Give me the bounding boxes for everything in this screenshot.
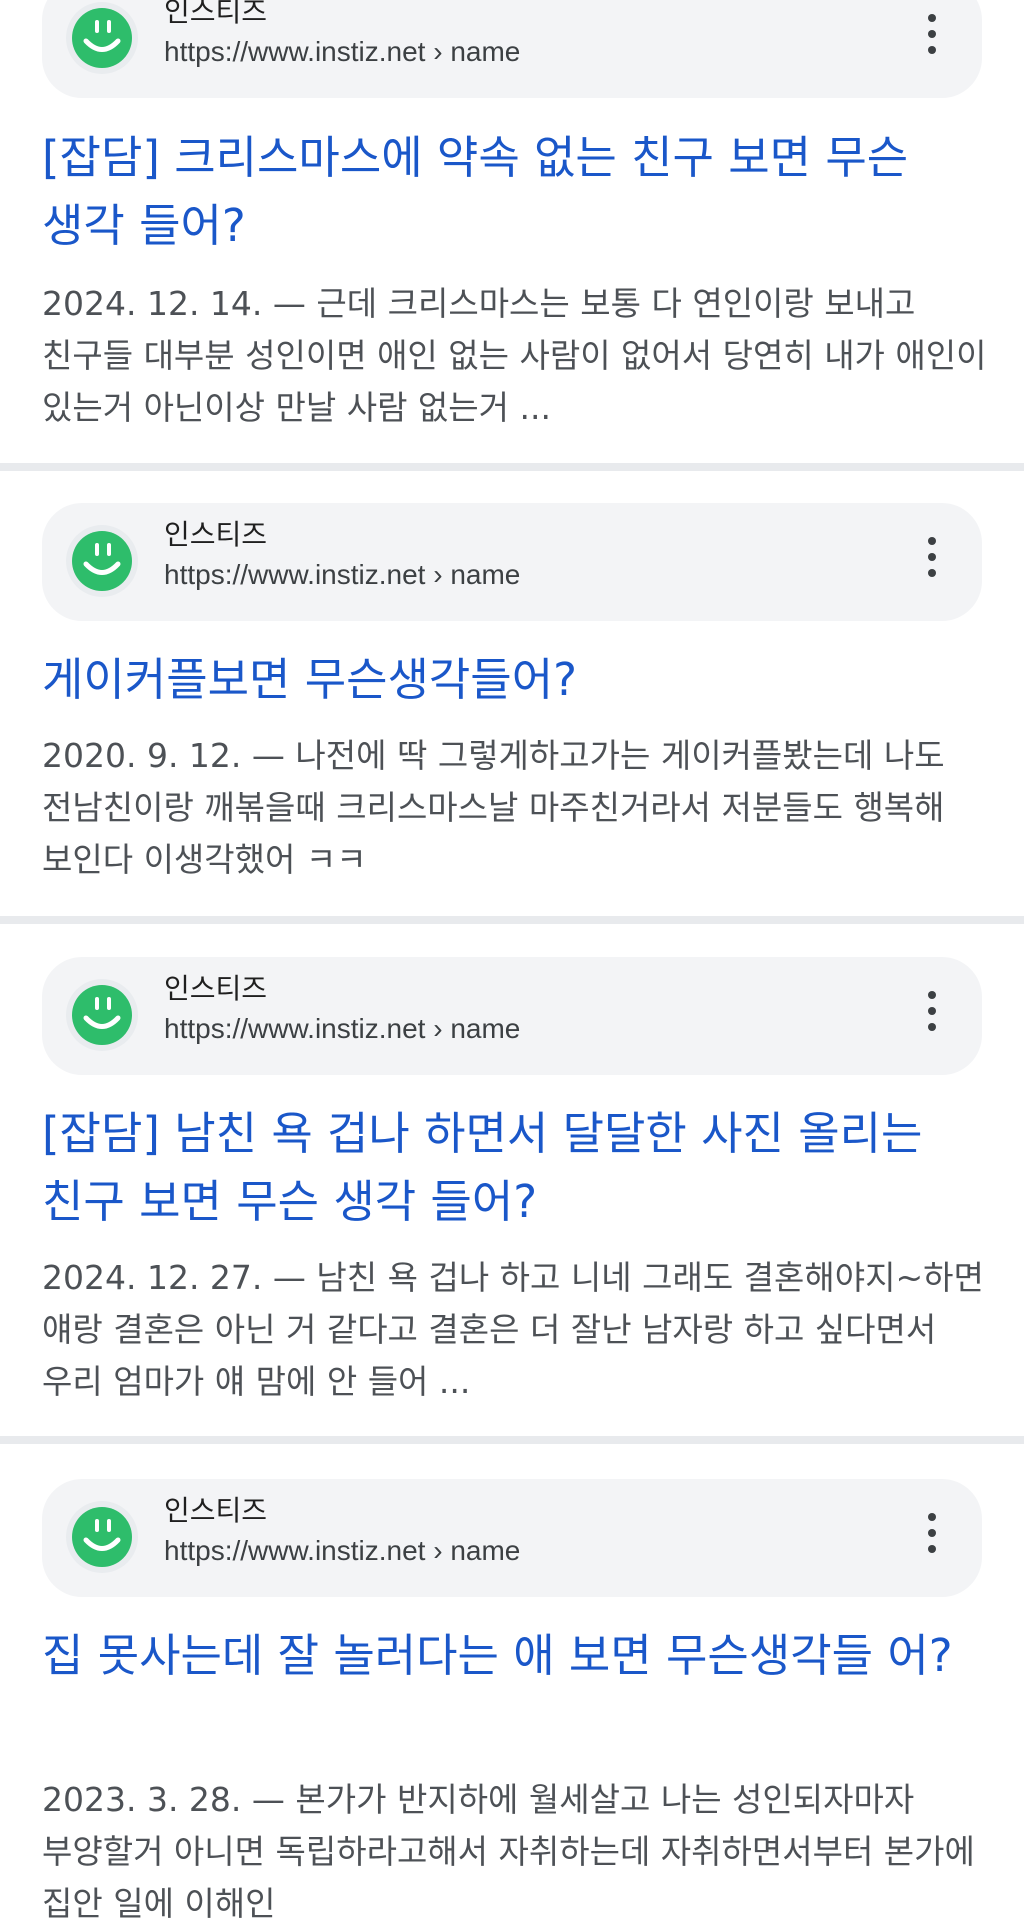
result-divider (0, 916, 1024, 924)
more-vertical-icon[interactable] (922, 1513, 942, 1563)
site-name: 인스티즈 (164, 0, 268, 28)
smiley-face-icon (66, 525, 138, 597)
result-source[interactable]: 인스티즈 https://www.instiz.net › name (42, 0, 982, 98)
result-divider (0, 463, 1024, 471)
site-name: 인스티즈 (164, 518, 268, 551)
site-url: https://www.instiz.net › name (164, 36, 521, 67)
smiley-face-icon (66, 2, 138, 74)
site-url: https://www.instiz.net › name (164, 559, 521, 590)
site-name: 인스티즈 (164, 1494, 268, 1527)
more-vertical-icon[interactable] (922, 14, 942, 64)
more-vertical-icon[interactable] (922, 991, 942, 1041)
result-source[interactable]: 인스티즈 https://www.instiz.net › name (42, 957, 982, 1075)
result-date: 2024. 12. 27. (42, 1258, 263, 1297)
result-date: 2024. 12. 14. (42, 284, 263, 323)
smiley-face-icon (66, 1501, 138, 1573)
site-url: https://www.instiz.net › name (164, 1013, 521, 1044)
result-snippet: 2024. 12. 14. — 근데 크리스마스는 보통 다 연인이랑 보내고 … (42, 278, 987, 434)
site-name: 인스티즈 (164, 972, 268, 1005)
result-snippet: 2020. 9. 12. — 나전에 딱 그렇게하고가는 게이커플봤는데 나도 … (42, 730, 987, 886)
more-vertical-icon[interactable] (922, 537, 942, 587)
smiley-face-icon (66, 979, 138, 1051)
result-title-link[interactable]: 집 못사는데 잘 놀러다는 애 보면 무슨생각들 어? (42, 1622, 987, 1690)
result-source[interactable]: 인스티즈 https://www.instiz.net › name (42, 1479, 982, 1597)
result-date: 2020. 9. 12. (42, 736, 242, 775)
site-url: https://www.instiz.net › name (164, 1535, 521, 1566)
result-title-link[interactable]: [잡담] 남친 욕 겁나 하면서 달달한 사진 올리는 친구 보면 무슨 생각 … (42, 1100, 987, 1236)
result-title-link[interactable]: [잡담] 크리스마스에 약속 없는 친구 보면 무슨 생각 들어? (42, 124, 987, 260)
result-title-link[interactable]: 게이커플보면 무슨생각들어? (42, 646, 987, 714)
result-snippet: 2023. 3. 28. — 본가가 반지하에 월세살고 나는 성인되자마자 부… (42, 1774, 987, 1930)
result-divider (0, 1436, 1024, 1444)
result-source[interactable]: 인스티즈 https://www.instiz.net › name (42, 503, 982, 621)
result-date: 2023. 3. 28. (42, 1780, 242, 1819)
result-snippet: 2024. 12. 27. — 남친 욕 겁나 하고 니네 그래도 결혼해야지~… (42, 1252, 987, 1408)
